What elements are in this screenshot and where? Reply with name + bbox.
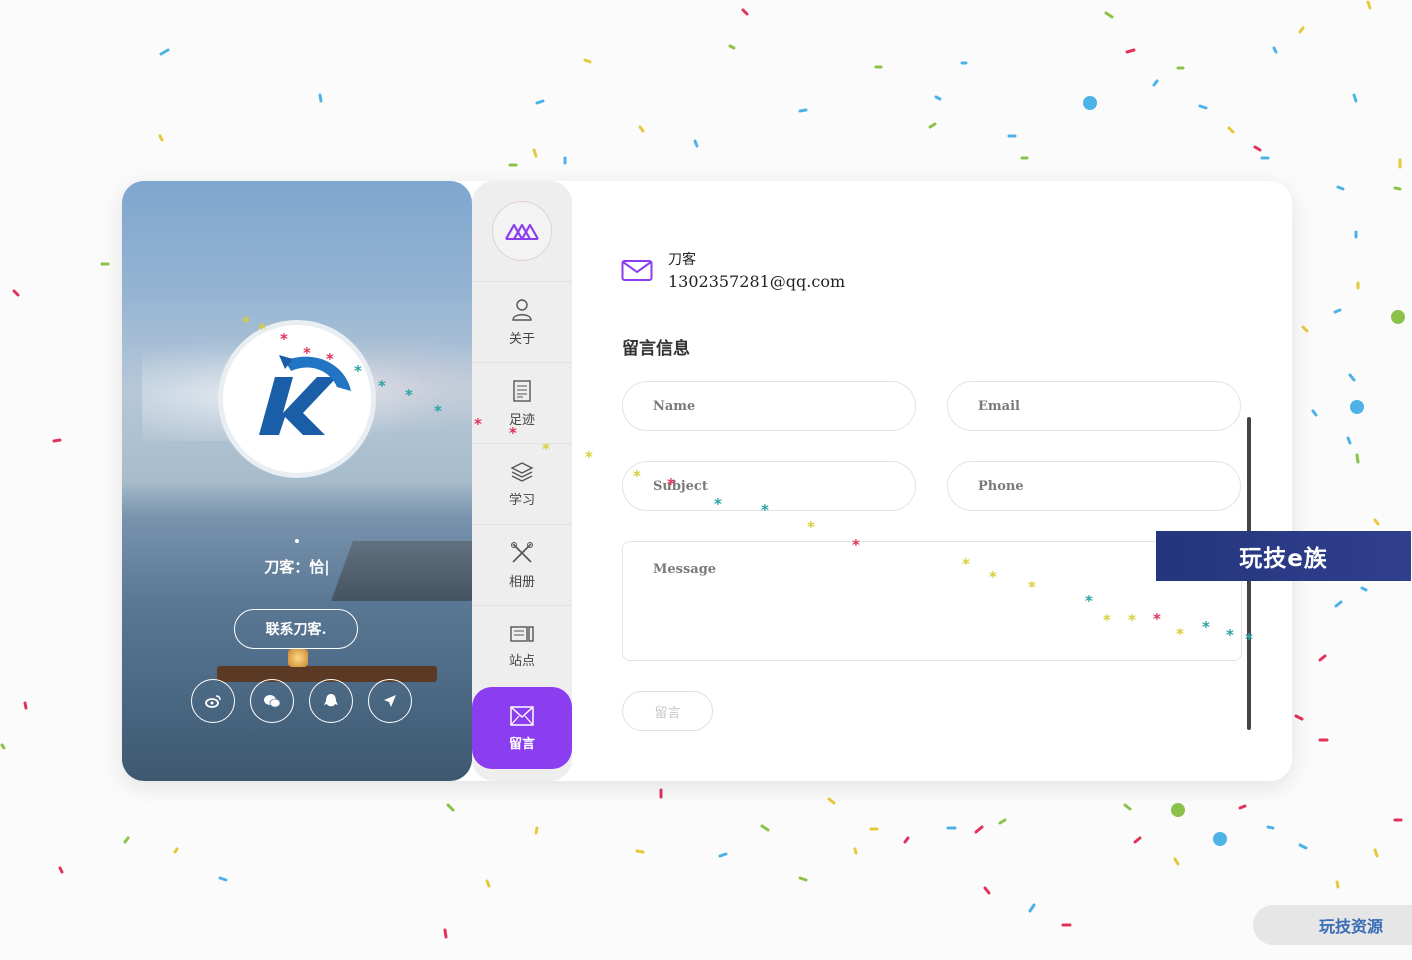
email-input[interactable] — [947, 381, 1241, 431]
location-icon[interactable] — [368, 679, 412, 723]
envelope-icon — [621, 260, 653, 281]
contact-name: 刀客 — [668, 252, 696, 268]
nav-rail: 关于 足迹 学习 相册 站点 留言 — [472, 181, 572, 781]
weibo-icon[interactable] — [191, 679, 235, 723]
submit-button[interactable]: 留言 — [622, 691, 713, 731]
qq-icon[interactable] — [309, 679, 353, 723]
typing-text: 刀客：恰| — [264, 558, 330, 576]
wechat-icon[interactable] — [250, 679, 294, 723]
nav-item-study[interactable]: 学习 — [472, 443, 572, 524]
triangles-logo-icon — [505, 223, 539, 240]
contact-email: 1302357281@qq.com — [668, 272, 846, 291]
message-textarea[interactable] — [622, 541, 1242, 661]
user-icon — [512, 298, 532, 321]
name-input[interactable] — [622, 381, 916, 431]
nav-item-label: 站点 — [508, 653, 535, 669]
nav-item-label: 相册 — [508, 574, 535, 590]
site-icon — [510, 625, 534, 642]
contact-button[interactable]: 联系刀客. — [234, 609, 358, 649]
tools-icon — [511, 541, 533, 563]
nav-item-footprint[interactable]: 足迹 — [472, 362, 572, 443]
watermark-banner: 玩技e族 — [1156, 531, 1411, 581]
nav-item-label: 关于 — [508, 331, 535, 347]
profile-panel — [122, 181, 472, 781]
watermark-pill: 玩技资源 — [1253, 905, 1412, 945]
form-title: 留言信息 — [622, 339, 690, 359]
document-icon — [513, 379, 531, 402]
phone-input[interactable] — [947, 461, 1241, 511]
message-icon — [510, 705, 534, 726]
lamp-background — [288, 649, 308, 667]
site-logo[interactable] — [492, 201, 552, 261]
dot-indicator — [295, 539, 299, 543]
nav-item-album[interactable]: 相册 — [472, 524, 572, 605]
logo-k-icon — [237, 339, 357, 459]
nav-item-label: 留言 — [508, 736, 535, 752]
avatar — [218, 320, 376, 478]
layers-icon — [510, 461, 534, 482]
nav-item-site[interactable]: 站点 — [472, 605, 572, 686]
nav-item-message[interactable]: 留言 — [472, 687, 572, 769]
nav-item-label: 学习 — [508, 492, 535, 508]
nav-item-about[interactable]: 关于 — [472, 281, 572, 362]
